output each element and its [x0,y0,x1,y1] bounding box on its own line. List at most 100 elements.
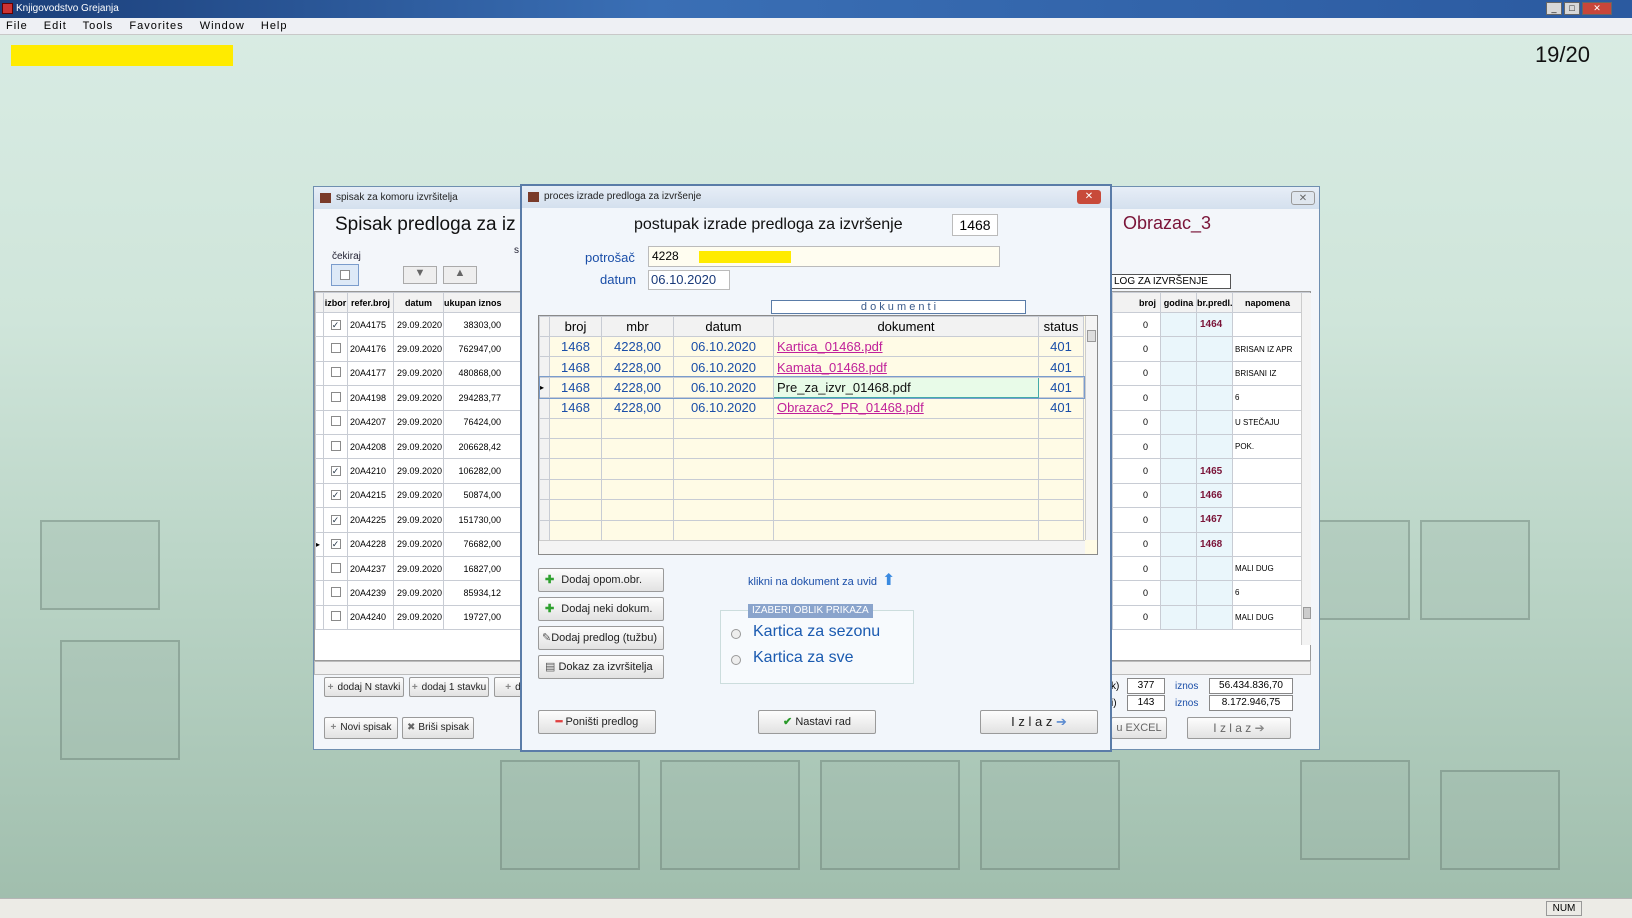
dodaj-predlog-button[interactable]: ✎Dodaj predlog (tužbu) [538,626,664,650]
doc-row[interactable] [539,499,1084,521]
exit-arrow-icon: ➔ [1254,721,1265,735]
izbor-checkbox[interactable] [323,580,348,606]
dialog-close-button[interactable]: ✕ [1077,190,1101,204]
excel-button[interactable]: u EXCEL [1111,717,1167,739]
menu-help[interactable]: Help [261,20,288,32]
doc-row[interactable] [539,437,1084,460]
table-row[interactable]: 0 MALI DUG [1112,555,1310,582]
move-up-button[interactable]: ▲ [443,266,477,284]
doc-row[interactable]: 1468 4228,00 06.10.2020 Kamata_01468.pdf 401 [539,356,1084,378]
dokument-link[interactable]: Pre_za_izvr_01468.pdf [773,376,1039,399]
table-row[interactable]: 20A4198 29.09.2020 294283,77 [315,385,533,411]
doc-row[interactable]: 1468 4228,00 06.10.2020 Obrazac2_PR_01468.p… [539,397,1084,419]
table-row[interactable]: ✓ 20A4175 29.09.2020 38303,00 [315,311,533,338]
scroll-thumb[interactable] [1087,330,1096,342]
table-row[interactable]: 20A4239 29.09.2020 85934,12 [315,580,533,606]
izbor-checkbox[interactable]: ✓ [323,458,348,484]
doc-vscrollbar[interactable] [1085,316,1097,540]
obrazac-izlaz-button[interactable]: I z l a z ➔ [1187,717,1291,739]
minimize-button[interactable]: _ [1546,2,1562,15]
spisak-hscrollbar[interactable] [314,661,534,675]
broj-cell: 1468 [549,335,602,358]
maximize-button[interactable]: □ [1564,2,1580,15]
menu-favorites[interactable]: Favorites [129,20,183,32]
obrazac-vscrollbar[interactable] [1301,293,1311,645]
table-row[interactable]: 0 1464 [1112,311,1310,338]
table-row[interactable]: 0 1465 [1112,458,1310,484]
menu-window[interactable]: Window [200,20,245,32]
novi-spisak-button[interactable]: + Novi spisak [324,717,398,739]
izbor-checkbox[interactable]: ✓ [323,531,348,557]
table-row[interactable]: ✓ 20A4225 29.09.2020 151730,00 [315,507,533,533]
dodaj-opom-button[interactable]: ✚ Dodaj opom.obr. [538,568,664,592]
radio-sve-label[interactable]: Kartica za sve [753,649,853,667]
doc-row[interactable]: ▸ 1468 4228,00 06.10.2020 Pre_za_izvr_01468.… [539,376,1085,399]
dokaz-button[interactable]: ▤ Dokaz za izvršitelja [538,655,664,679]
table-row[interactable]: ▸ ✓ 20A4228 29.09.2020 76682,00 [315,531,533,557]
izbor-checkbox[interactable] [323,604,348,631]
table-row[interactable]: 20A4240 29.09.2020 19727,00 [315,604,533,631]
table-row[interactable]: 20A4177 29.09.2020 480868,00 [315,360,533,387]
table-row[interactable]: 0 MALI DUG [1112,604,1310,631]
table-row[interactable]: 0 U STEČAJU [1112,409,1310,435]
table-row[interactable]: 20A4237 29.09.2020 16827,00 [315,555,533,582]
dodaj-neki-button[interactable]: ✚ Dodaj neki dokum. [538,597,664,621]
izbor-checkbox[interactable] [323,360,348,387]
nastavi-rad-button[interactable]: ✔ Nastavi rad [758,710,876,734]
radio-sezona[interactable] [731,629,741,639]
close-app-button[interactable]: ✕ [1582,2,1612,15]
izbor-checkbox[interactable]: ✓ [323,311,348,338]
dokument-link[interactable]: Obrazac2_PR_01468.pdf [773,397,1039,419]
table-row[interactable]: 06 [1112,580,1310,606]
izbor-checkbox[interactable] [323,555,348,582]
datum-field[interactable]: 06.10.2020 [648,270,730,290]
scroll-thumb[interactable] [1303,607,1311,619]
doc-row[interactable]: 1468 4228,00 06.10.2020 Kartica_01468.pdf 40… [539,335,1084,358]
izbor-checkbox[interactable]: ✓ [323,482,348,509]
izbor-checkbox[interactable] [323,409,348,435]
doc-row[interactable] [539,478,1084,501]
tab-log-za-izvrsenje[interactable]: LOG ZA IZVRŠENJE [1111,274,1231,289]
dokument-link[interactable]: Kartica_01468.pdf [773,335,1039,358]
table-row[interactable]: 0 1467 [1112,507,1310,533]
potrosac-field[interactable]: 4228 [648,246,1000,267]
row-marker [315,336,324,362]
table-row[interactable]: ✓ 20A4210 29.09.2020 106282,00 [315,458,533,484]
table-row[interactable]: 20A4207 29.09.2020 76424,00 [315,409,533,435]
dodaj-1-stavku-button[interactable]: + dodaj 1 stavku [409,677,489,697]
obrazac-close-button[interactable]: ✕ [1291,191,1315,205]
doc-row[interactable] [539,458,1084,480]
izbor-checkbox[interactable] [323,336,348,362]
menu-file[interactable]: File [6,20,28,32]
table-row[interactable]: 06 [1112,385,1310,411]
table-row[interactable]: 20A4176 29.09.2020 762947,00 [315,336,533,362]
ponisti-predlog-button[interactable]: ━ Poništi predlog [538,710,656,734]
obrazac-hscrollbar[interactable] [1111,661,1311,675]
app-title-bar: Knjigovodstvo Grejanja _ □ ✕ [0,0,1632,18]
table-row[interactable]: 20A4208 29.09.2020 206628,42 [315,433,533,460]
table-row[interactable]: 0 BRISAN IZ APR [1112,336,1310,362]
table-row[interactable]: 0 1468 [1112,531,1310,557]
menu-tools[interactable]: Tools [83,20,114,32]
cekiraj-checkbox[interactable] [331,264,359,286]
doc-row[interactable] [539,519,1084,541]
table-row[interactable]: 0 BRISANI IZ [1112,360,1310,387]
radio-sezona-label[interactable]: Kartica za sezonu [753,623,880,641]
dokument-link[interactable]: Kamata_01468.pdf [773,356,1039,378]
izbor-checkbox[interactable] [323,385,348,411]
brisi-spisak-button[interactable]: ✖ Briši spisak [402,717,474,739]
dokaz-label: Dokaz za izvršitelja [558,661,653,673]
radio-sve[interactable] [731,655,741,665]
table-row[interactable]: 0 1466 [1112,482,1310,509]
dialog-izlaz-button[interactable]: I z l a z ➔ [980,710,1098,734]
doc-hscrollbar[interactable] [539,540,1085,554]
menu-edit[interactable]: Edit [44,20,67,32]
table-row[interactable]: ✓ 20A4215 29.09.2020 50874,00 [315,482,533,509]
doc-row[interactable] [539,417,1084,439]
izbor-checkbox[interactable]: ✓ [323,507,348,533]
table-row[interactable]: 0 POK. [1112,433,1310,460]
empty-cell [549,458,602,480]
izbor-checkbox[interactable] [323,433,348,460]
dodaj-n-stavki-button[interactable]: + dodaj N stavki [324,677,404,697]
move-down-button[interactable]: ▼ [403,266,437,284]
